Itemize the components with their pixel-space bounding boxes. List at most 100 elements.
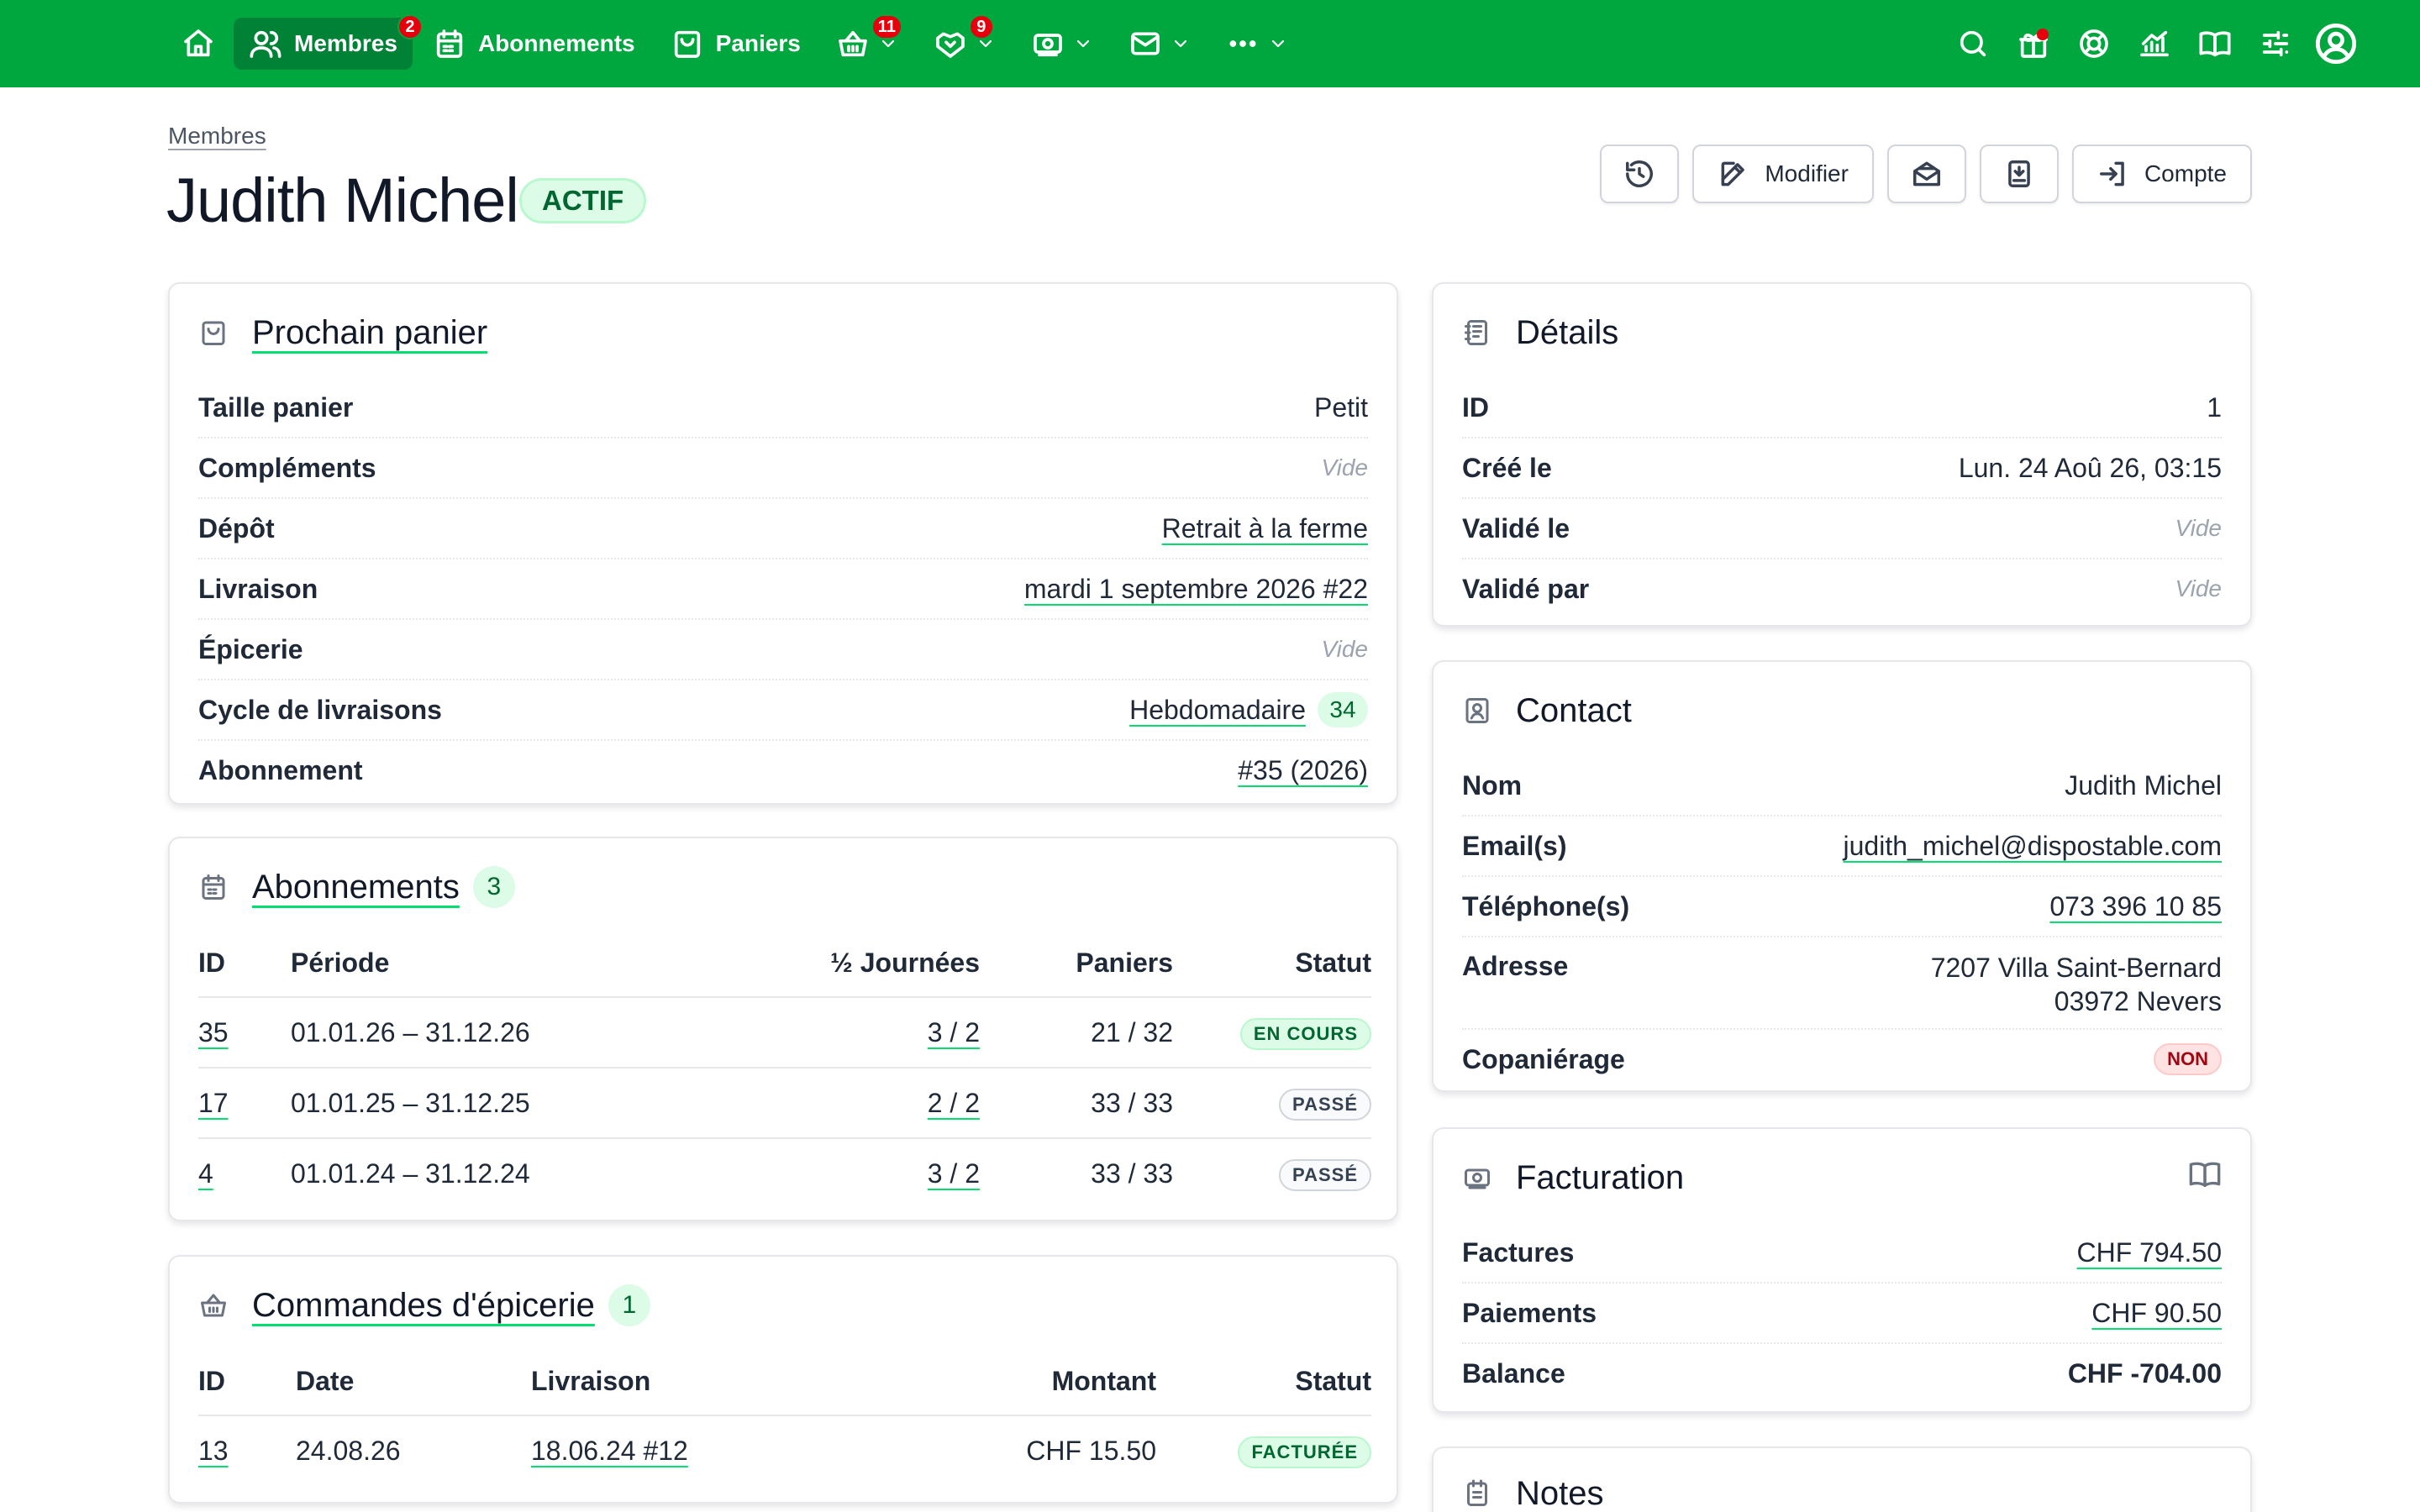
- email-link[interactable]: judith_michel@dispostable.com: [1844, 831, 2222, 862]
- nav-billing-menu[interactable]: [1016, 18, 1108, 70]
- notes-icon: [1467, 1479, 1487, 1506]
- half-days-link[interactable]: 3 / 2: [928, 1158, 980, 1189]
- download-button[interactable]: [1979, 144, 2059, 203]
- home-link[interactable]: [168, 18, 229, 70]
- shop-count-badge: 11: [871, 14, 902, 39]
- payments-link[interactable]: CHF 90.50: [2091, 1298, 2222, 1329]
- notes-title: Notes: [1516, 1474, 1604, 1512]
- table-row: 13 24.08.26 18.06.24 #12 CHF 15.50 FACTU…: [198, 1415, 1371, 1485]
- page-title: Judith Michel: [166, 165, 519, 235]
- user-menu-button[interactable]: [2306, 13, 2366, 74]
- sliders-icon: [2262, 30, 2289, 57]
- bag-icon: [202, 321, 225, 345]
- col-status: Statut: [1173, 929, 1371, 998]
- subscriptions-title[interactable]: Abonnements: [252, 869, 460, 906]
- lifebuoy-icon: [2080, 29, 2108, 58]
- row-value: Vide: [2175, 515, 2222, 541]
- nav-members-label: Membres: [294, 30, 397, 56]
- history-button[interactable]: [1600, 144, 1680, 203]
- half-days-link[interactable]: 3 / 2: [928, 1017, 980, 1047]
- nav-subscriptions[interactable]: Abonnements: [418, 18, 650, 70]
- edit-button[interactable]: Modifier: [1692, 144, 1874, 203]
- cash-icon: [1465, 1168, 1490, 1189]
- calendar-icon: [202, 874, 225, 900]
- row-grocery: Épicerie Vide: [198, 620, 1368, 680]
- nav-mail-menu[interactable]: [1113, 18, 1206, 70]
- nav-shop-menu[interactable]: 11: [821, 14, 913, 70]
- delivery-cycle-link[interactable]: Hebdomadaire: [1129, 695, 1306, 726]
- stats-button[interactable]: [2124, 13, 2185, 74]
- subscription-id-link[interactable]: 17: [198, 1088, 229, 1118]
- delivery-link[interactable]: mardi 1 septembre 2026 #22: [1024, 574, 1368, 605]
- phone-link[interactable]: 073 396 10 85: [2049, 891, 2222, 922]
- account-button[interactable]: Compte: [2071, 144, 2252, 203]
- notes-header: Notes: [1462, 1470, 1604, 1512]
- nav-members[interactable]: Membres 2: [234, 14, 423, 70]
- row-created: Créé le Lun. 24 Aoû 26, 03:15: [1462, 438, 2222, 499]
- calendar-icon: [436, 29, 463, 58]
- details-header: Détails: [1462, 309, 1618, 356]
- status-badge: EN COURS: [1239, 1017, 1371, 1050]
- settings-button[interactable]: [2245, 13, 2306, 74]
- help-button[interactable]: [2064, 13, 2124, 74]
- chevron-down-icon: [1174, 39, 1186, 48]
- next-basket-header: Prochain panier: [198, 309, 487, 356]
- row-validated-by: Validé par Vide: [1462, 559, 2222, 618]
- col-id: ID: [198, 929, 291, 998]
- subscriptions-count: 3: [472, 866, 515, 908]
- contact-rows: Nom Judith Michel Email(s) judith_michel@d…: [1462, 756, 2222, 1089]
- docs-button[interactable]: [2185, 13, 2245, 74]
- row-key: Factures: [1462, 1236, 1575, 1268]
- book-open-icon: [2199, 31, 2231, 57]
- account-button-label: Compte: [2144, 160, 2227, 186]
- subscription-link[interactable]: #35 (2026): [1238, 755, 1368, 786]
- details-rows: ID 1 Créé le Lun. 24 Aoû 26, 03:15 Validé …: [1462, 378, 2222, 618]
- row-key: Validé par: [1462, 573, 1590, 604]
- notes-card: Notes: [1432, 1446, 2252, 1512]
- row-depot: Dépôt Retrait à la ferme: [198, 499, 1368, 559]
- col-amount: Montant: [867, 1347, 1156, 1416]
- row-validated-at: Validé le Vide: [1462, 499, 2222, 559]
- col-delivery: Livraison: [531, 1347, 867, 1416]
- users-icon: [250, 30, 281, 58]
- search-button[interactable]: [1943, 13, 2003, 74]
- address-value: 7207 Villa Saint-Bernard 03972 Nevers: [1931, 951, 2222, 1018]
- order-id-link[interactable]: 13: [198, 1436, 229, 1466]
- updates-button[interactable]: [2003, 13, 2064, 74]
- contact-header: Contact: [1462, 687, 1632, 734]
- balance-value: CHF -704.00: [2067, 1357, 2222, 1389]
- col-half-days: ½ Journées: [728, 929, 980, 998]
- period-cell: 01.01.24 – 31.12.24: [291, 1158, 530, 1189]
- row-key: Email(s): [1462, 830, 1567, 861]
- row-id: ID 1: [1462, 378, 2222, 438]
- row-basket-size: Taille panier Petit: [198, 378, 1368, 438]
- row-delivery: Livraison mardi 1 septembre 2026 #22: [198, 559, 1368, 620]
- row-value: 1: [2207, 391, 2222, 423]
- more-horizontal-icon: [1229, 40, 1256, 47]
- nav-activities-menu[interactable]: 9: [918, 14, 1011, 70]
- breadcrumb-members[interactable]: Membres: [168, 123, 266, 150]
- half-days-link[interactable]: 2 / 2: [928, 1088, 980, 1118]
- bag-icon: [674, 30, 700, 58]
- depot-link[interactable]: Retrait à la ferme: [1162, 513, 1368, 544]
- table-row: 35 01.01.26 – 31.12.26 3 / 2 21 / 32 EN …: [198, 997, 1371, 1068]
- next-basket-title[interactable]: Prochain panier: [252, 314, 487, 352]
- user-circle-icon: [2315, 23, 2357, 65]
- send-email-button[interactable]: [1886, 144, 1966, 203]
- top-navbar: Membres 2 Abonnements Paniers 11 9: [0, 0, 2420, 87]
- subscriptions-table: ID Période ½ Journées Paniers Statut 35 …: [198, 929, 1371, 1208]
- row-address: Adresse 7207 Villa Saint-Bernard 03972 Ne…: [1462, 937, 2222, 1030]
- order-delivery-link[interactable]: 18.06.24 #12: [531, 1436, 688, 1466]
- nav-more-menu[interactable]: [1211, 18, 1303, 70]
- subscription-id-link[interactable]: 4: [198, 1158, 213, 1189]
- baskets-cell: 33 / 33: [1091, 1158, 1173, 1189]
- billing-docs-link[interactable]: [2188, 1158, 2222, 1195]
- delivery-cycle-value: Hebdomadaire 34: [1129, 692, 1368, 727]
- shop-orders-title[interactable]: Commandes d'épicerie: [252, 1287, 595, 1325]
- subscription-id-link[interactable]: 35: [198, 1017, 229, 1047]
- mail-open-icon: [1912, 161, 1940, 186]
- nav-baskets[interactable]: Paniers: [655, 18, 816, 70]
- row-name: Nom Judith Michel: [1462, 756, 2222, 816]
- basket-icon: [838, 30, 867, 57]
- invoices-link[interactable]: CHF 794.50: [2076, 1237, 2222, 1268]
